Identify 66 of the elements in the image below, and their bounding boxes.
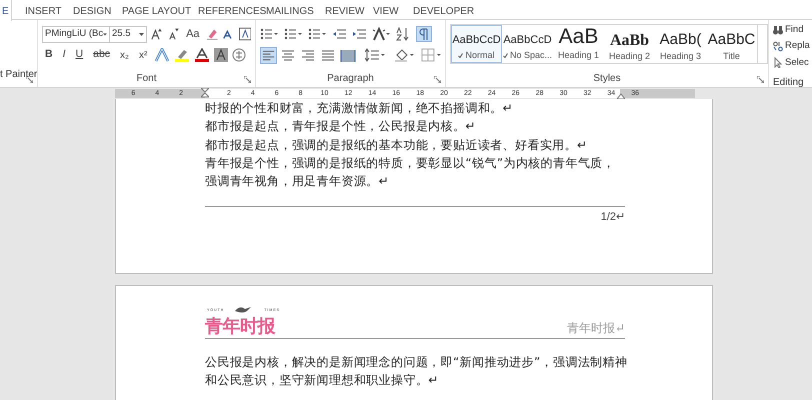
ribbon-tab[interactable]: VIEW [373, 0, 399, 20]
ribbon-tab[interactable]: DESIGN [73, 0, 112, 20]
font-size-dropdown[interactable]: 25.5 [109, 26, 148, 42]
format-button[interactable]: I [60, 47, 69, 63]
dropdown-arrow-icon[interactable] [139, 32, 144, 36]
format-button[interactable]: abc [90, 47, 114, 63]
style-item[interactable]: AaBbC Title [706, 25, 757, 63]
style-item[interactable]: AaBbCcD Normal [451, 25, 502, 63]
style-item[interactable]: AaBb Heading 2 [604, 25, 655, 63]
enclose-characters-icon[interactable] [232, 48, 246, 62]
group-label: Styles [593, 72, 621, 86]
multilevel-list-icon[interactable] [308, 27, 326, 41]
group-label: Paragraph [327, 72, 374, 86]
text-line: 时报的个性和财富，充满激情做新闻，绝不掐摇调和。↵ [205, 100, 514, 117]
style-item[interactable]: AaBb( Heading 3 [655, 25, 706, 63]
font-color-icon[interactable] [194, 48, 210, 62]
bird-icon[interactable] [234, 306, 252, 314]
indent-marker-icon[interactable] [201, 88, 209, 99]
shrink-font-icon[interactable] [168, 27, 180, 41]
numbered-list-icon[interactable] [284, 27, 302, 41]
style-item[interactable]: AaBbCcD No Spac... [502, 25, 553, 63]
ribbon-tab[interactable]: PAGE LAYOUT [122, 0, 192, 20]
pilcrow-icon[interactable] [419, 28, 429, 40]
character-shading-icon[interactable] [214, 48, 228, 62]
format-button[interactable]: U [72, 47, 86, 63]
format-button[interactable]: B [42, 47, 56, 63]
replace-button[interactable]: Repla [785, 39, 810, 54]
text-line: 都市报是起点，强调的是报纸的基本功能，要贴近读者、好看实用。↵ [205, 136, 588, 154]
dialog-launcher-icon[interactable] [26, 76, 33, 83]
change-case-button[interactable]: Aa [184, 26, 202, 42]
cursor-icon[interactable] [773, 57, 783, 68]
show-formatting-marks-button[interactable] [416, 26, 432, 42]
font-name-dropdown[interactable]: PMingLiU (Bc [42, 26, 110, 42]
clear-format-icon[interactable] [206, 27, 218, 41]
character-border-icon[interactable] [238, 27, 251, 41]
decrease-indent-icon[interactable] [332, 27, 346, 41]
text-line: 强调青年视角，用足青年资源。↵ [205, 173, 390, 190]
ribbon-tab[interactable]: REVIEW [325, 0, 364, 20]
increase-indent-icon[interactable] [352, 27, 366, 41]
format-button[interactable]: x₂ [117, 48, 132, 62]
format-button[interactable]: x² [136, 48, 150, 62]
ribbon-tab[interactable]: MAILINGS [266, 0, 314, 20]
text-line: 都市报是起点，青年报是个性，公民报是内核。↵ [205, 118, 477, 136]
group-label: Font [136, 72, 156, 86]
ribbon-tab[interactable]: DEVELOPER [413, 0, 474, 20]
style-item[interactable]: AaB Heading 1 [553, 25, 604, 63]
text-line: 青年报是个性，强调的是报纸的特质，要彰显以“锐气”为内核的青年气质， [205, 154, 616, 172]
shading-icon[interactable] [394, 48, 414, 62]
ribbon-tab[interactable]: E [0, 0, 12, 21]
find-button[interactable]: Find [785, 23, 804, 38]
bullet-list-icon[interactable] [260, 27, 278, 41]
align-left-button[interactable] [260, 46, 277, 64]
binoculars-icon[interactable] [773, 26, 783, 35]
dropdown-arrow-icon[interactable] [103, 32, 107, 36]
ribbon-tab[interactable]: REFERENCES [198, 0, 266, 20]
format-painter-button[interactable]: t Painter [0, 67, 37, 82]
ribbon-tab[interactable]: INSERT [25, 0, 62, 20]
logo-title: 青年时报 [205, 316, 275, 336]
grow-font-icon[interactable] [151, 27, 164, 41]
text-line: 和公民意识，坚守新闻理想和职业操守。↵ [205, 372, 440, 390]
line-spacing-icon[interactable] [365, 48, 386, 62]
sort-icon[interactable] [396, 27, 410, 41]
group-label: Editing [773, 76, 805, 87]
header-text: 青年时报↵ [566, 320, 625, 337]
page-number: 1/2↵ [600, 210, 625, 226]
select-button[interactable]: Selec [785, 56, 809, 70]
